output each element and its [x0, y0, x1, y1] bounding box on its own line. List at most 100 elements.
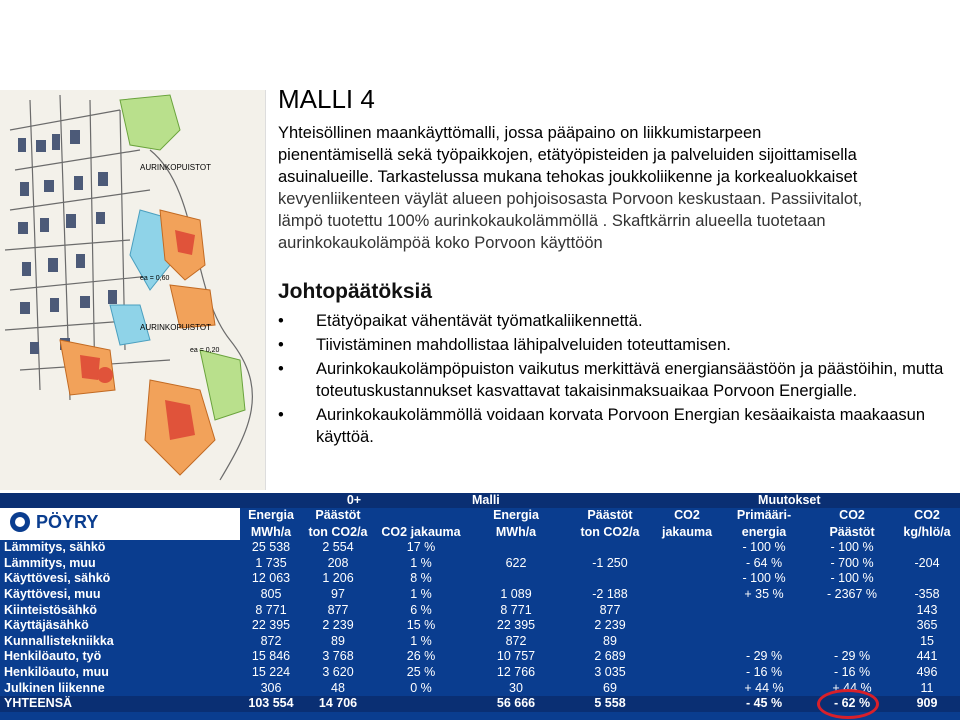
- logo-text: PÖYRY: [36, 511, 99, 532]
- table-row: Henkilöauto, työ 15 846 3 768 26 % 10 757 2 6…: [0, 649, 960, 665]
- group-model: Malli: [468, 493, 719, 508]
- row-label: Käyttäjäsähkö: [4, 618, 89, 633]
- row-label: Julkinen liikenne: [4, 680, 105, 695]
- intro-line: lämpö tuotettu 100% aurinkokaukolämmöllä…: [278, 212, 826, 230]
- table-cell: 69: [603, 680, 617, 695]
- table-cell: 208: [327, 555, 349, 570]
- table-cell: 365: [916, 618, 938, 633]
- col-header: jakauma: [662, 524, 713, 539]
- table-cell: 10 757: [496, 649, 536, 664]
- group-baseline: 0+: [240, 493, 468, 508]
- table-cell: [656, 556, 718, 572]
- row-label: Lämmitys, muu: [4, 555, 96, 570]
- table-cell: 2 689: [594, 649, 626, 664]
- col-header: energia: [741, 524, 787, 539]
- row-label: Henkilöauto, työ: [4, 649, 102, 664]
- highlight-circle: [817, 689, 879, 719]
- bullet-icon: •: [278, 336, 284, 354]
- table-cell: [656, 634, 718, 650]
- table-cell: 1 089: [500, 587, 532, 602]
- table-cell: [894, 571, 960, 587]
- table-cell: 805: [260, 587, 282, 602]
- table-cell: -1 250: [592, 555, 628, 570]
- table-cell: [564, 571, 656, 587]
- emissions-table: 0+ Malli Muutokset PÖYRY Energia Päästöt…: [0, 493, 960, 720]
- table-cell: 0 %: [410, 680, 432, 695]
- table-cell: 1 735: [255, 555, 287, 570]
- header-row: PÖYRY Energia Päästöt Energia Päästöt CO…: [0, 508, 960, 540]
- list-item: • Etätyöpaikat vähentävät työmatkaliikenn…: [278, 310, 948, 332]
- list-item-text: Aurinkokaukolämmöllä voidaan korvata Por…: [316, 406, 926, 446]
- list-item-text: Aurinkokaukolämpöpuiston vaikutus merkit…: [316, 360, 944, 400]
- table-cell: 11: [920, 680, 934, 695]
- poyry-logo: PÖYRY: [4, 508, 236, 536]
- list-item: • Aurinkokaukolämmöllä voidaan korvata Po…: [278, 404, 948, 448]
- intro-line: kevyenliikenteen väylät alueen pohjoisos…: [278, 190, 863, 208]
- table-cell: - 29 %: [745, 649, 783, 664]
- table-cell: 26 %: [406, 649, 436, 664]
- group-header-row: 0+ Malli Muutokset: [0, 493, 960, 508]
- table-cell: 103 554: [240, 695, 302, 712]
- table-cell: 1 206: [322, 571, 354, 586]
- intro-paragraph: Yhteisöllinen maankäyttömalli, jossa pää…: [278, 122, 948, 254]
- col-header: Energia: [493, 508, 539, 522]
- table-cell: 97: [331, 587, 345, 602]
- map-label-2: AURINKOPUISTOT: [140, 323, 211, 332]
- table-cell: 143: [916, 602, 938, 617]
- table-cell: 872: [260, 633, 282, 648]
- table-cell: 25 538: [251, 540, 291, 555]
- land-use-map: AURINKOPUISTOT AURINKOPUISTOT ea = 0,20 …: [0, 90, 266, 490]
- table-cell: 25 %: [406, 665, 436, 680]
- table-cell: 15: [920, 633, 934, 648]
- table-cell: 30: [509, 680, 523, 695]
- table-row: Henkilöauto, muu 15 224 3 620 25 % 12 766 3 0…: [0, 665, 960, 681]
- row-label: Kunnallistekniikka: [4, 633, 114, 648]
- logo-cell: PÖYRY: [0, 508, 240, 540]
- table-cell: [656, 602, 718, 618]
- intro-line: pienentämisellä sekä työpaikkojen, etäty…: [278, 146, 857, 164]
- col-header: Päästöt: [315, 508, 361, 522]
- table-cell: [656, 680, 718, 696]
- table-cell: [656, 618, 718, 634]
- table-cell: [656, 540, 718, 556]
- col-header: CO2: [839, 508, 865, 522]
- table-cell: 3 620: [322, 665, 354, 680]
- list-item: • Tiivistäminen mahdollistaa lähipalvelui…: [278, 334, 948, 356]
- table-cell: 2 239: [594, 618, 626, 633]
- table-cell: - 700 %: [830, 555, 874, 570]
- table-cell: + 44 %: [744, 680, 784, 695]
- table-cell: [718, 618, 810, 634]
- group-changes: Muutokset: [718, 493, 960, 508]
- col-header: Primääri-: [736, 508, 792, 522]
- total-label: YHTEENSÄ: [0, 695, 240, 712]
- table-cell: 1 %: [410, 587, 432, 602]
- row-label: Käyttövesi, muu: [4, 587, 101, 602]
- row-label: Lämmitys, sähkö: [4, 540, 106, 555]
- table-row: Käyttövesi, sähkö 12 063 1 206 8 % - 100 % - …: [0, 571, 960, 587]
- table-cell: [468, 571, 564, 587]
- table-cell: 14 706: [302, 695, 374, 712]
- table-cell: + 35 %: [744, 587, 784, 602]
- col-header: kg/hlö/a: [903, 524, 951, 539]
- table-cell: 877: [599, 602, 621, 617]
- table-cell: 877: [327, 602, 349, 617]
- table-cell: - 100 %: [742, 540, 786, 555]
- table-cell: 872: [505, 633, 527, 648]
- table-cell: 622: [505, 555, 527, 570]
- table-cell: 22 395: [496, 618, 536, 633]
- table-row: Lämmitys, muu 1 735 208 1 % 622 -1 250 - 64 % -…: [0, 556, 960, 572]
- table-cell: 2 554: [322, 540, 354, 555]
- table-cell: [564, 540, 656, 556]
- table-cell: [374, 695, 468, 712]
- table-cell: [718, 634, 810, 650]
- conclusions-list: • Etätyöpaikat vähentävät työmatkaliikenn…: [278, 310, 948, 450]
- row-label: Henkilöauto, muu: [4, 665, 109, 680]
- slide-title: MALLI 4: [278, 84, 375, 114]
- col-header: ton CO2/a: [308, 524, 368, 539]
- table-cell: - 2367 %: [827, 587, 878, 602]
- col-header: MWh/a: [495, 524, 537, 539]
- table-cell: - 100 %: [742, 571, 786, 586]
- table-row: Käyttövesi, muu 805 97 1 % 1 089 -2 188 + 35 %…: [0, 587, 960, 603]
- table-cell: - 100 %: [830, 540, 874, 555]
- table-cell: 15 846: [251, 649, 291, 664]
